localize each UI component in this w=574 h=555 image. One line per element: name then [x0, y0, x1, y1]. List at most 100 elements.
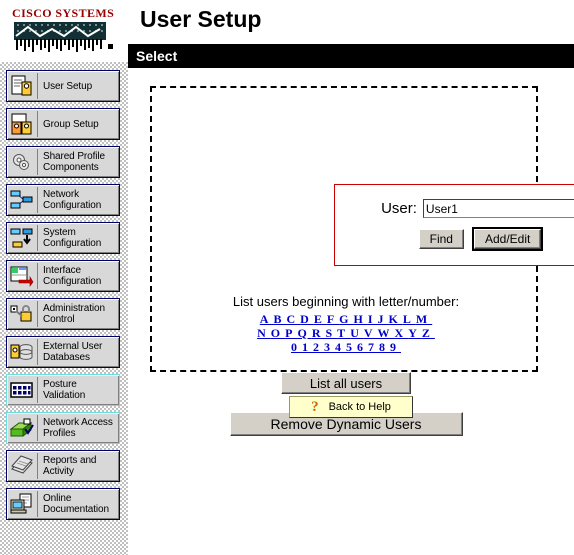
sidebar-item-label: Shared Profile Components	[43, 151, 105, 173]
alpha-row-letters-n-z: NOPQRSTUVWXYZ	[152, 326, 540, 341]
cisco-brand-text: CISCO SYSTEMS	[12, 6, 115, 20]
sidebar-item-reports-and-activity[interactable]: Reports and Activity	[6, 450, 120, 482]
user-field-label: User:	[381, 200, 417, 217]
alpha-link-1[interactable]: 1	[302, 340, 313, 354]
sidebar-item-network-access-profiles[interactable]: Network Access Profiles	[6, 412, 120, 444]
sidebar-item-label: Group Setup	[43, 118, 99, 130]
find-button[interactable]: Find	[418, 229, 464, 249]
alpha-link-Z[interactable]: Z	[422, 326, 435, 340]
online-documentation-icon	[7, 491, 38, 517]
cisco-logo-dot	[108, 44, 113, 49]
alpha-link-5[interactable]: 5	[346, 340, 357, 354]
interface-config-icon	[7, 263, 38, 289]
sidebar-item-label: Reports and Activity	[43, 455, 97, 477]
sidebar-item-posture-validation[interactable]: Posture Validation	[6, 374, 120, 406]
alpha-link-K[interactable]: K	[389, 312, 403, 326]
sidebar-item-online-documentation[interactable]: Online Documentation	[6, 488, 120, 520]
sidebar-item-label: Administration Control	[43, 303, 105, 325]
page-title: User Setup	[140, 6, 262, 32]
administration-control-icon	[7, 301, 38, 327]
alpha-link-4[interactable]: 4	[335, 340, 346, 354]
alpha-link-0[interactable]: 0	[291, 340, 302, 354]
external-user-db-icon	[7, 339, 38, 365]
user-input-row: User:	[335, 199, 574, 218]
sidebar-item-label: User Setup	[43, 80, 93, 92]
alpha-link-N[interactable]: N	[257, 326, 271, 340]
sidebar-item-administration-control[interactable]: Administration Control	[6, 298, 120, 330]
sidebar: CISCO SYSTEMS User Setup Group Setup Sha…	[0, 0, 128, 555]
posture-validation-icon	[7, 377, 38, 403]
alpha-link-X[interactable]: X	[395, 326, 409, 340]
alpha-link-Y[interactable]: Y	[408, 326, 422, 340]
alpha-link-F[interactable]: F	[327, 312, 339, 326]
back-to-help-button[interactable]: ? Back to Help	[289, 396, 413, 418]
alpha-link-8[interactable]: 8	[379, 340, 390, 354]
acs-user-setup-page: CISCO SYSTEMS User Setup Group Setup Sha…	[0, 0, 574, 555]
back-to-help-label: Back to Help	[328, 401, 391, 413]
alpha-link-A[interactable]: A	[260, 312, 274, 326]
alpha-row-letters-a-m: ABCDEFGHIJKLM	[152, 312, 540, 327]
group-setup-icon	[7, 111, 38, 137]
alpha-link-U[interactable]: U	[350, 326, 364, 340]
alpha-link-C[interactable]: C	[286, 312, 300, 326]
sidebar-item-interface-configuration[interactable]: Interface Configuration	[6, 260, 120, 292]
sidebar-item-label: Interface Configuration	[43, 265, 102, 287]
alpha-link-O[interactable]: O	[271, 326, 285, 340]
user-action-buttons: Find Add/Edit	[335, 227, 574, 251]
content-panel: User: Find Add/Edit List users beginning…	[150, 86, 574, 436]
section-bar: Select	[128, 44, 574, 68]
cisco-logo: CISCO SYSTEMS	[0, 0, 128, 62]
question-mark-icon: ?	[311, 398, 319, 415]
alpha-link-2[interactable]: 2	[313, 340, 324, 354]
sidebar-item-external-user-databases[interactable]: External User Databases	[6, 336, 120, 368]
sidebar-item-label: System Configuration	[43, 227, 102, 249]
alpha-link-G[interactable]: G	[339, 312, 353, 326]
alpha-link-J[interactable]: J	[378, 312, 389, 326]
alpha-link-R[interactable]: R	[312, 326, 326, 340]
sidebar-item-label: Network Access Profiles	[43, 417, 113, 439]
network-config-icon	[7, 187, 38, 213]
list-all-users-row: List all users	[152, 372, 540, 394]
network-access-profiles-icon	[7, 415, 38, 441]
sidebar-item-label: External User Databases	[43, 341, 103, 363]
alpha-link-V[interactable]: V	[364, 326, 378, 340]
section-bar-label: Select	[136, 48, 178, 64]
system-config-icon	[7, 225, 38, 251]
sidebar-item-shared-profile-components[interactable]: Shared Profile Components	[6, 146, 120, 178]
alpha-link-I[interactable]: I	[368, 312, 378, 326]
add-edit-button[interactable]: Add/Edit	[471, 227, 544, 251]
alpha-link-T[interactable]: T	[337, 326, 350, 340]
back-to-help-row: ? Back to Help	[128, 396, 574, 418]
sidebar-item-group-setup[interactable]: Group Setup	[6, 108, 120, 140]
alpha-link-M[interactable]: M	[416, 312, 432, 326]
sidebar-item-network-configuration[interactable]: Network Configuration	[6, 184, 120, 216]
cisco-bridge-logo-icon	[14, 22, 106, 52]
alpha-link-H[interactable]: H	[354, 312, 368, 326]
alpha-link-6[interactable]: 6	[357, 340, 368, 354]
list-users-heading: List users beginning with letter/number:	[232, 294, 460, 309]
shared-profile-icon	[7, 149, 38, 175]
alpha-link-9[interactable]: 9	[390, 340, 401, 354]
alpha-link-7[interactable]: 7	[368, 340, 379, 354]
sidebar-item-label: Posture Validation	[43, 379, 86, 401]
list-all-users-button[interactable]: List all users	[281, 372, 411, 394]
user-setup-icon	[7, 73, 38, 99]
alpha-link-L[interactable]: L	[403, 312, 416, 326]
alpha-link-E[interactable]: E	[314, 312, 327, 326]
alpha-link-P[interactable]: P	[285, 326, 297, 340]
sidebar-item-label: Network Configuration	[43, 189, 102, 211]
reports-activity-icon	[7, 453, 38, 479]
alpha-link-S[interactable]: S	[325, 326, 337, 340]
alpha-link-3[interactable]: 3	[324, 340, 335, 354]
user-name-input[interactable]	[422, 199, 574, 218]
alpha-link-W[interactable]: W	[378, 326, 395, 340]
sidebar-item-user-setup[interactable]: User Setup	[6, 70, 120, 102]
alpha-link-Q[interactable]: Q	[297, 326, 311, 340]
sidebar-item-label: Online Documentation	[43, 493, 109, 515]
alpha-row-digits: 0123456789	[152, 340, 540, 355]
user-search-box: User: Find Add/Edit	[334, 184, 574, 266]
alpha-link-D[interactable]: D	[300, 312, 314, 326]
sidebar-item-system-configuration[interactable]: System Configuration	[6, 222, 120, 254]
main-content: User Setup Select User: Find Add/Edit Li…	[128, 0, 574, 555]
alpha-link-B[interactable]: B	[273, 312, 286, 326]
